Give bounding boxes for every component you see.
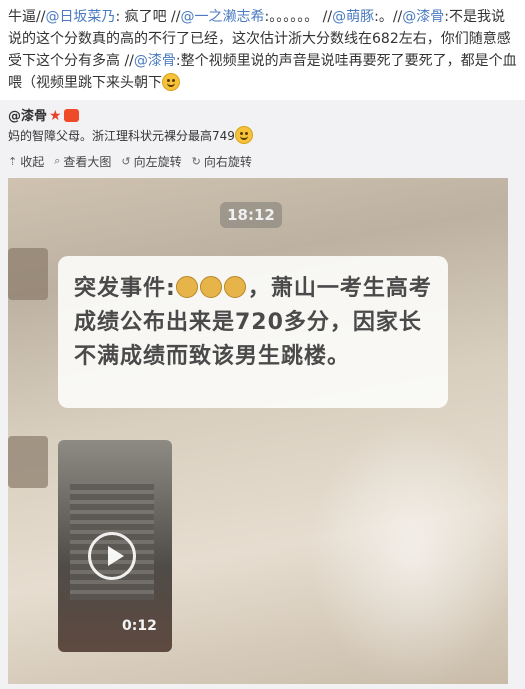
bubble-text-suffix: ，萧山一 bbox=[247, 276, 340, 301]
rotate-left-icon: ↺ bbox=[121, 154, 131, 168]
chat-avatar bbox=[8, 436, 48, 488]
view-large-label: 查看大图 bbox=[63, 154, 112, 169]
rotate-right-button[interactable]: ↻ 向右旋转 bbox=[192, 153, 252, 170]
view-large-button[interactable]: ⌕ 查看大图 bbox=[54, 153, 111, 170]
collapse-icon: ⇡ bbox=[8, 154, 18, 168]
video-message[interactable]: 0:12 bbox=[58, 440, 172, 652]
video-duration: 0:12 bbox=[122, 618, 157, 634]
rotate-left-label: 向左旋转 bbox=[133, 154, 182, 169]
mention-link[interactable]: @萌豚 bbox=[332, 9, 374, 25]
repost-text: 妈的智障父母。浙江理科状元裸分最高749 bbox=[8, 126, 253, 146]
chat-timestamp: 18:12 bbox=[220, 202, 282, 228]
smile-emoji-icon bbox=[234, 126, 253, 144]
chat-message-bubble: 突发事件: ，萧山一考生高考成绩公布出来是720多分，因家长不满成绩而致该男生跳楼… bbox=[58, 256, 448, 408]
post-lead: 牛逼// bbox=[8, 9, 46, 25]
rotate-left-button[interactable]: ↺ 向左旋转 bbox=[121, 153, 181, 170]
repost-card: @漆骨 ★ 妈的智障父母。浙江理科状元裸分最高749 ⇡ 收起 ⌕ 查看大图 ↺ 向左旋… bbox=[0, 100, 525, 689]
repost-author-link[interactable]: @漆骨 bbox=[8, 109, 47, 124]
play-icon[interactable] bbox=[88, 532, 136, 580]
image-toolbar: ⇡ 收起 ⌕ 查看大图 ↺ 向左旋转 ↻ 向右旋转 bbox=[8, 152, 252, 170]
post-text-segment: : 疯了吧 // bbox=[115, 9, 181, 25]
vip-badge-icon bbox=[63, 109, 79, 122]
screen-glare bbox=[308, 418, 508, 684]
sad-face-icon bbox=[199, 276, 222, 298]
repost-header: @漆骨 ★ bbox=[8, 106, 79, 127]
sad-face-icon bbox=[175, 276, 198, 298]
mention-link[interactable]: @日坂菜乃 bbox=[45, 9, 115, 25]
collapse-button[interactable]: ⇡ 收起 bbox=[8, 153, 44, 170]
rotate-right-label: 向右旋转 bbox=[203, 154, 252, 169]
post-text: 牛逼//@日坂菜乃: 疯了吧 //@一之濑志希:。。。。。。 //@萌豚:。//… bbox=[8, 6, 518, 94]
collapse-label: 收起 bbox=[20, 154, 45, 169]
smile-emoji-icon bbox=[162, 73, 180, 91]
chat-avatar bbox=[8, 248, 48, 300]
mention-link[interactable]: @一之濑志希 bbox=[181, 9, 265, 25]
magnify-icon: ⌕ bbox=[54, 154, 61, 167]
attached-photo[interactable]: 18:12 突发事件: ，萧山一考生高考成绩公布出来是720多分，因家长不满成绩而… bbox=[8, 178, 508, 684]
bubble-text-prefix: 突发事件: bbox=[74, 276, 176, 301]
rotate-right-icon: ↻ bbox=[191, 154, 201, 168]
post-text-segment: :。。。。。。 // bbox=[264, 9, 333, 25]
mention-link[interactable]: @漆骨 bbox=[402, 9, 444, 25]
star-badge-icon: ★ bbox=[49, 108, 62, 124]
repost-body: 妈的智障父母。浙江理科状元裸分最高749 bbox=[8, 129, 235, 143]
post-text-segment: :。// bbox=[374, 9, 403, 25]
mention-link[interactable]: @漆骨 bbox=[134, 53, 176, 69]
sad-face-icon bbox=[223, 276, 246, 298]
